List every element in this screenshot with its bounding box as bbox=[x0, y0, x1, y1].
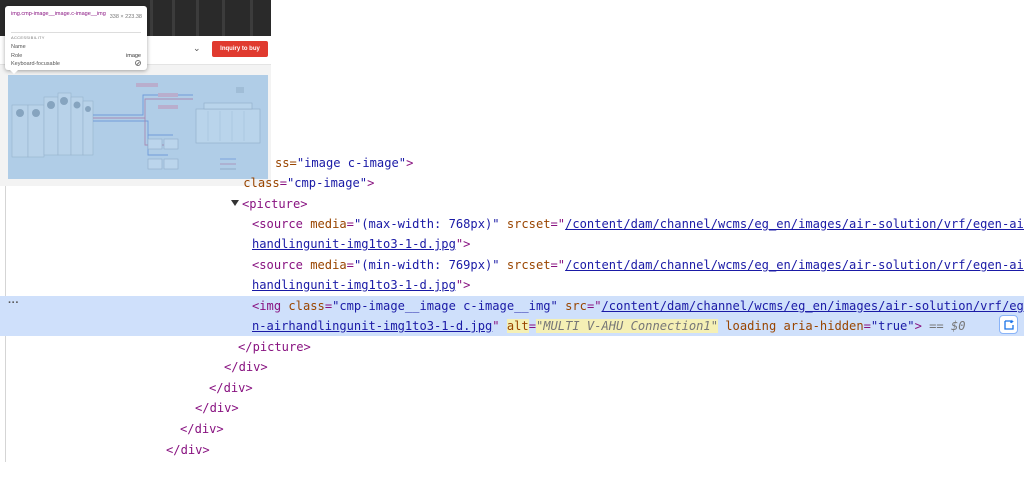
tooltip-name-row: Name bbox=[11, 44, 141, 50]
ai-sparkle-icon bbox=[1004, 319, 1014, 330]
tooltip-role-row: Role image bbox=[11, 53, 141, 59]
tooltip-section-label: ACCESSIBILITY bbox=[11, 35, 45, 40]
code-line-picture-open[interactable]: <picture> bbox=[242, 194, 308, 214]
code-line-div-close-2[interactable]: </div> bbox=[209, 378, 253, 398]
tooltip-name-label: Name bbox=[11, 44, 26, 50]
code-line-div-close-4[interactable]: </div> bbox=[180, 419, 224, 439]
code-line-source-1-cont[interactable]: handlingunit-img1to3-1-d.jpg"> bbox=[252, 234, 470, 254]
not-focusable-icon bbox=[135, 60, 141, 66]
tooltip-selector: img.cmp-image__image.c-image__img bbox=[11, 11, 106, 17]
inspect-tooltip: img.cmp-image__image.c-image__img 338 × … bbox=[5, 6, 147, 70]
tooltip-arrow bbox=[10, 70, 18, 74]
srcset-link-2[interactable]: /content/dam/channel/wcms/eg_en/images/a… bbox=[565, 258, 1024, 272]
tooltip-keyboard-label: Keyboard-focusable bbox=[11, 61, 60, 67]
code-line-img-cont[interactable]: n-airhandlingunit-img1to3-1-d.jpg" alt="… bbox=[252, 316, 966, 336]
code-line-picture-close[interactable]: </picture> bbox=[238, 337, 311, 357]
code-line-source-2-cont[interactable]: handlingunit-img1to3-1-d.jpg"> bbox=[252, 275, 470, 295]
code-line-div-close-1[interactable]: </div> bbox=[224, 357, 268, 377]
tooltip-role-label: Role bbox=[11, 53, 23, 59]
element-highlight-overlay bbox=[8, 75, 268, 179]
tooltip-keyboard-row: Keyboard-focusable bbox=[11, 60, 141, 67]
inquiry-to-buy-button[interactable]: Inquiry to buy bbox=[212, 41, 268, 57]
code-line-div-close-5[interactable]: </div> bbox=[166, 440, 210, 460]
chevron-down-icon[interactable]: ⌄ bbox=[193, 43, 203, 53]
code-line-source-1[interactable]: <source media="(max-width: 768px)" srcse… bbox=[252, 214, 1024, 234]
tooltip-role-value: image bbox=[126, 53, 141, 59]
code-line-source-2[interactable]: <source media="(min-width: 769px)" srcse… bbox=[252, 255, 1024, 275]
alt-value: "MULTI V-AHU Connection1" bbox=[535, 319, 718, 333]
code-line-img[interactable]: <img class="cmp-image__image c-image__im… bbox=[252, 296, 1024, 316]
more-options-icon[interactable]: ··· bbox=[8, 297, 19, 309]
srcset-link-1[interactable]: /content/dam/channel/wcms/eg_en/images/a… bbox=[565, 217, 1024, 231]
ai-assistance-button[interactable] bbox=[999, 315, 1018, 334]
tooltip-size: 338 × 223.38 bbox=[109, 14, 142, 20]
src-link[interactable]: /content/dam/channel/wcms/eg_en/images/a… bbox=[602, 299, 1024, 313]
code-line-div-image[interactable]: ss="image c-image"> bbox=[275, 153, 413, 173]
code-line-div-close-3[interactable]: </div> bbox=[195, 398, 239, 418]
collapse-triangle-icon[interactable] bbox=[231, 200, 239, 206]
tooltip-divider bbox=[11, 32, 141, 33]
code-line-div-cmp-image[interactable]: class="cmp-image"> bbox=[236, 173, 374, 193]
